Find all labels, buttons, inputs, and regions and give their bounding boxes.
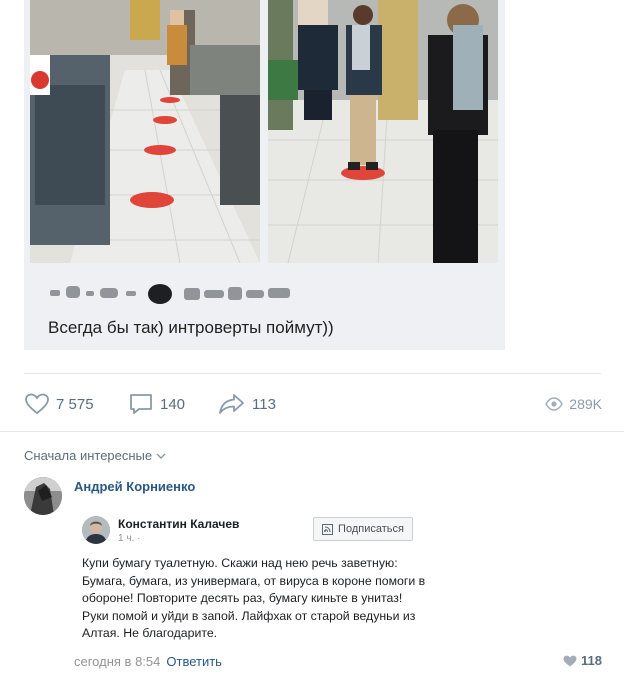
- chevron-down-icon: [156, 453, 166, 459]
- comment-like-count: 118: [581, 653, 602, 668]
- post-photo-right[interactable]: [268, 0, 498, 263]
- post-photo-left[interactable]: [30, 0, 260, 263]
- blurred-author-name: [48, 282, 308, 306]
- like-count: 7 575: [56, 395, 94, 413]
- subscribe-button: Подписаться: [313, 517, 413, 541]
- embedded-post-time: 1 ч. ·: [118, 533, 141, 544]
- sort-label: Сначала интересные: [24, 448, 153, 463]
- rss-icon: [322, 523, 334, 535]
- divider: [24, 373, 601, 374]
- reply-button[interactable]: Ответить: [166, 654, 222, 669]
- avatar: [82, 516, 110, 544]
- comment-meta: сегодня в 8:54 Ответить: [74, 654, 222, 669]
- like-button[interactable]: 7 575: [24, 392, 94, 416]
- heart-icon: [25, 393, 49, 415]
- divider: [0, 431, 624, 432]
- comment-like-button[interactable]: 118: [563, 653, 602, 668]
- comments-sort-dropdown[interactable]: Сначала интересные: [24, 448, 166, 463]
- views-counter: 289K: [545, 392, 602, 416]
- heart-icon: [563, 655, 577, 666]
- share-icon: [219, 394, 244, 414]
- post-caption: Всегда бы так) интроверты поймут)): [48, 318, 334, 337]
- views-count: 289K: [569, 396, 602, 412]
- comment-button[interactable]: 140: [128, 392, 185, 416]
- embedded-post-text: Купи бумагу туалетную. Скажи над нею реч…: [82, 556, 426, 640]
- comment-time[interactable]: сегодня в 8:54: [74, 654, 160, 669]
- avatar[interactable]: [24, 477, 62, 515]
- embedded-post-author: Константин Калачев: [118, 517, 240, 531]
- comment-author[interactable]: Андрей Корниенко: [74, 479, 195, 494]
- subscribe-label: Подписаться: [338, 523, 404, 535]
- comment-count: 140: [160, 395, 186, 413]
- comment-icon: [130, 394, 152, 414]
- share-button[interactable]: 113: [218, 392, 276, 416]
- eye-icon: [545, 397, 564, 411]
- share-count: 113: [252, 395, 276, 413]
